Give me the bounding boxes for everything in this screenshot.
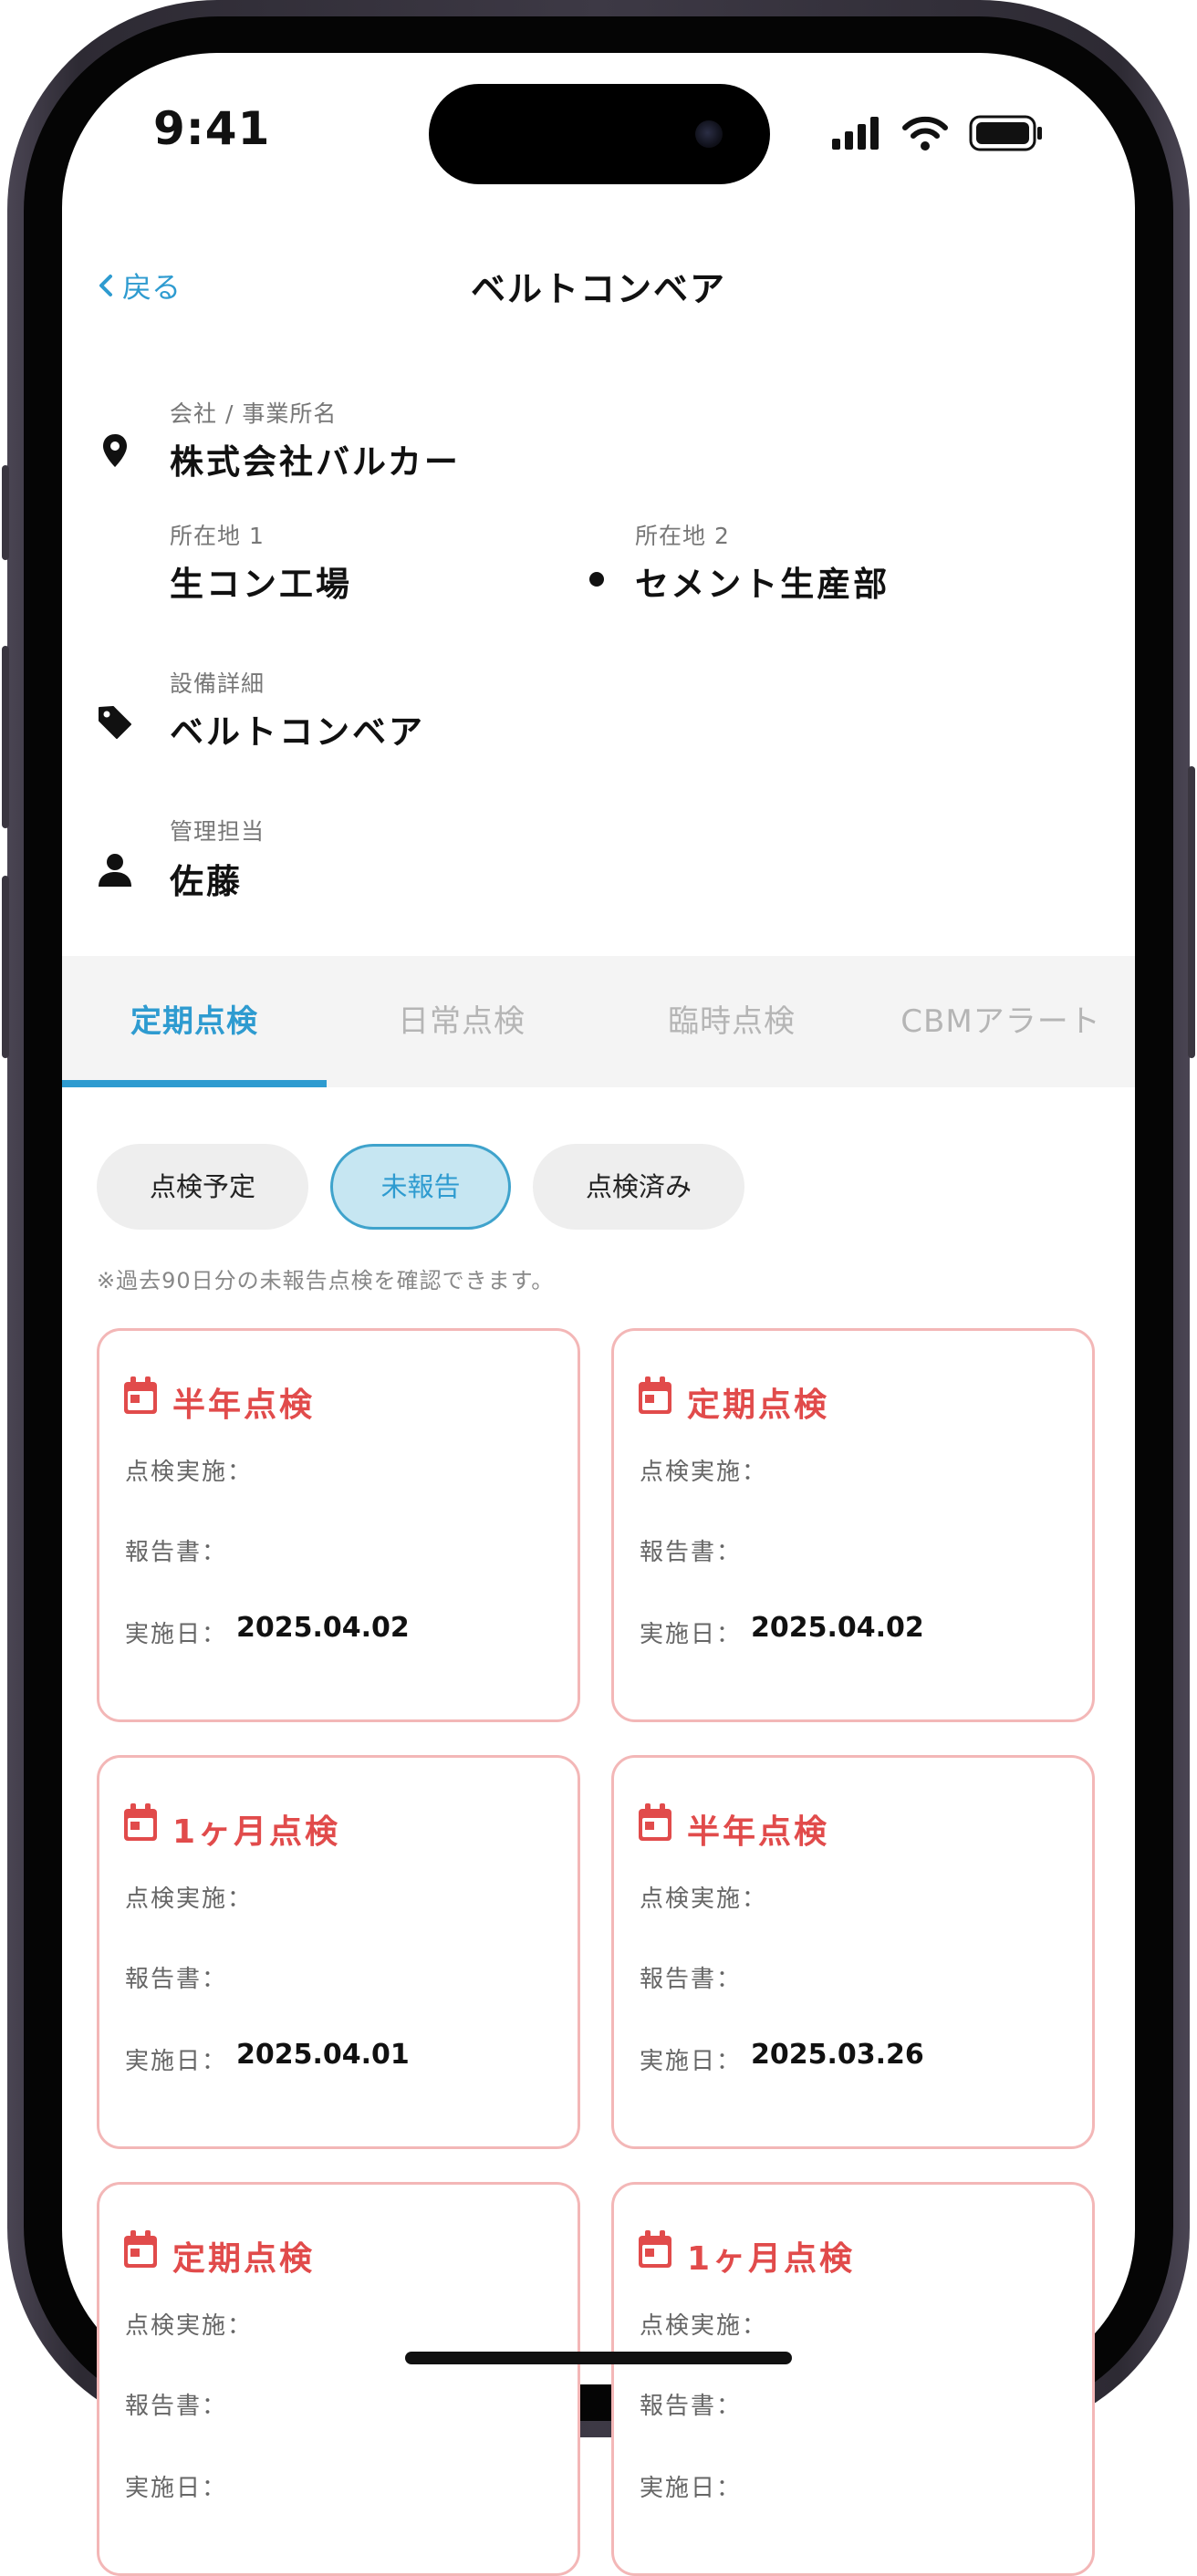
tag-icon xyxy=(99,706,131,739)
dynamic-island xyxy=(429,84,770,184)
date-value: 2025.04.01 xyxy=(236,2039,410,2071)
inspection-card[interactable]: 1ヶ月点検点検実施： 報告書： 実施日： xyxy=(611,2182,1095,2576)
home-indicator[interactable] xyxy=(405,2352,792,2364)
date-label: 実施日： xyxy=(640,2475,743,2502)
filter-scheduled[interactable]: 点検予定 xyxy=(97,1144,308,1230)
volume-up-button xyxy=(2,646,9,828)
calendar-icon xyxy=(124,1376,157,1414)
tab-daily[interactable]: 日常点検 xyxy=(327,956,597,1087)
location2-label: 所在地 2 xyxy=(635,523,730,549)
status-time: 9:41 xyxy=(153,102,271,155)
performed-label: 点検実施： xyxy=(640,1885,768,1913)
card-title: 半年点検 xyxy=(687,1813,830,1851)
wifi-icon xyxy=(902,116,948,151)
inspection-card[interactable]: 半年点検点検実施： 報告書： 実施日： 2025.04.02 xyxy=(97,1328,580,1722)
filter-note: ※過去90日分の未報告点検を確認できます。 xyxy=(97,1268,555,1293)
report-label: 報告書： xyxy=(125,2393,228,2420)
card-title: 1ヶ月点検 xyxy=(172,1813,341,1851)
calendar-icon xyxy=(124,2230,157,2268)
equipment-label: 設備詳細 xyxy=(170,670,265,697)
calendar-icon xyxy=(124,1803,157,1841)
date-value: 2025.04.02 xyxy=(236,1612,410,1644)
inspection-card[interactable]: 半年点検点検実施： 報告書： 実施日： 2025.03.26 xyxy=(611,1755,1095,2149)
report-label: 報告書： xyxy=(640,1966,743,1993)
date-value: 2025.04.02 xyxy=(751,1612,924,1644)
date-label: 実施日： xyxy=(640,2048,743,2075)
calendar-icon xyxy=(639,1376,671,1414)
company-label: 会社 / 事業所名 xyxy=(170,400,338,427)
performed-label: 点検実施： xyxy=(125,2312,254,2340)
action-button xyxy=(2,465,9,560)
date-label: 実施日： xyxy=(640,1621,743,1648)
card-title: 定期点検 xyxy=(687,1387,830,1424)
manager-label: 管理担当 xyxy=(170,818,265,845)
date-label: 実施日： xyxy=(125,2048,228,2075)
status-icons xyxy=(832,115,1042,151)
report-label: 報告書： xyxy=(640,1539,743,1566)
performed-label: 点検実施： xyxy=(640,1459,768,1486)
tab-temporary[interactable]: 臨時点検 xyxy=(597,956,867,1087)
inspection-card[interactable]: 定期点検点検実施： 報告書： 実施日： 2025.04.02 xyxy=(611,1328,1095,1722)
filter-completed[interactable]: 点検済み xyxy=(533,1144,744,1230)
inspection-tabs: 定期点検 日常点検 臨時点検 CBMアラート xyxy=(62,956,1135,1087)
tab-cbm-alert[interactable]: CBMアラート xyxy=(867,956,1135,1087)
equipment-value: ベルトコンベア xyxy=(170,712,425,752)
date-label: 実施日： xyxy=(125,2475,228,2502)
tab-underline xyxy=(62,1080,327,1087)
calendar-icon xyxy=(639,1803,671,1841)
calendar-icon xyxy=(639,2230,671,2268)
location2-value: セメント生産部 xyxy=(635,565,890,604)
performed-label: 点検実施： xyxy=(125,1459,254,1486)
power-button xyxy=(1188,766,1195,1058)
date-label: 実施日： xyxy=(125,1621,228,1648)
manager-value: 佐藤 xyxy=(170,862,243,901)
report-label: 報告書： xyxy=(640,2393,743,2420)
inspection-card[interactable]: 1ヶ月点検点検実施： 報告書： 実施日： 2025.04.01 xyxy=(97,1755,580,2149)
front-camera xyxy=(695,120,723,148)
date-value: 2025.03.26 xyxy=(751,2039,924,2071)
performed-label: 点検実施： xyxy=(640,2312,768,2340)
card-title: 半年点検 xyxy=(172,1387,316,1424)
tab-periodic[interactable]: 定期点検 xyxy=(62,956,327,1087)
filter-unreported[interactable]: 未報告 xyxy=(330,1144,511,1230)
signal-icon xyxy=(832,117,879,150)
location1-value: 生コン工場 xyxy=(170,565,352,604)
page-title: ベルトコンベア xyxy=(470,269,726,309)
person-icon xyxy=(99,854,131,887)
report-label: 報告書： xyxy=(125,1966,228,1993)
battery-icon xyxy=(969,115,1042,151)
report-label: 報告書： xyxy=(125,1539,228,1566)
bullet-icon xyxy=(589,572,604,587)
volume-down-button xyxy=(2,876,9,1058)
performed-label: 点検実施： xyxy=(125,1885,254,1913)
location1-label: 所在地 1 xyxy=(170,523,265,549)
location-pin-icon xyxy=(103,434,127,467)
company-value: 株式会社バルカー xyxy=(170,442,461,482)
card-title: 1ヶ月点検 xyxy=(687,2240,856,2278)
card-title: 定期点検 xyxy=(172,2240,316,2278)
inspection-card[interactable]: 定期点検点検実施： 報告書： 実施日： xyxy=(97,2182,580,2576)
